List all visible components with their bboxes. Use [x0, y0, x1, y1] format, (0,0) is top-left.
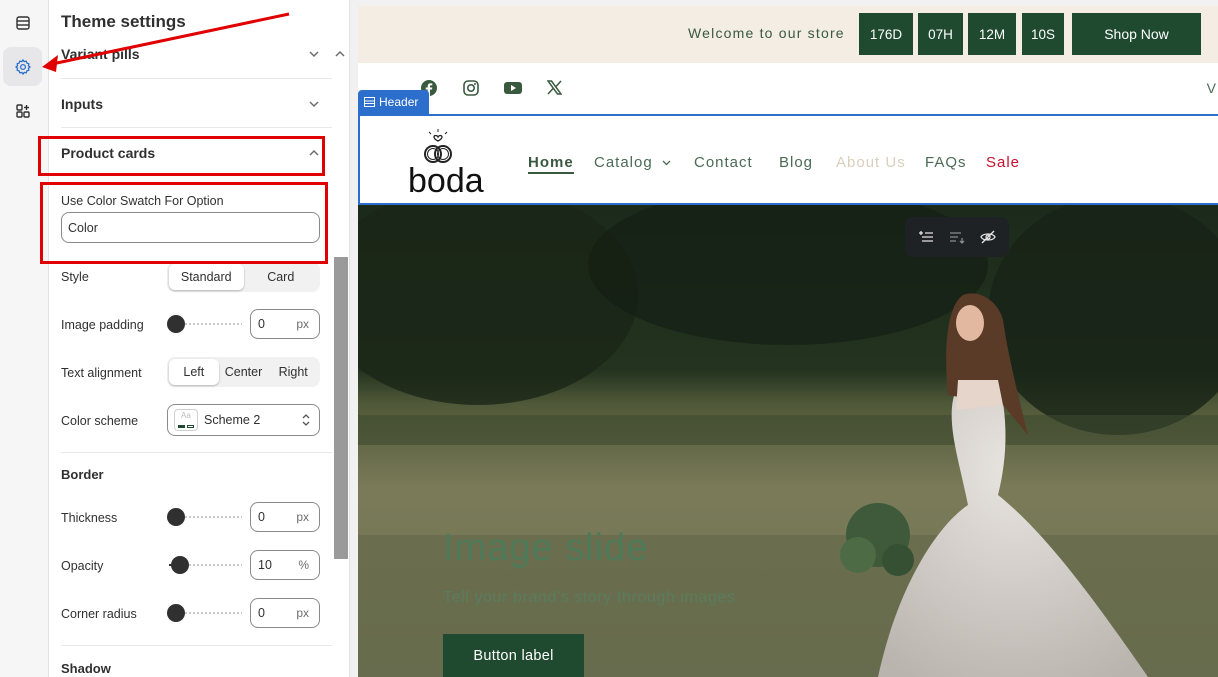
border-heading: Border: [61, 467, 104, 482]
storefront-preview: Welcome to our store 176D 07H 12M 10S Sh…: [350, 0, 1218, 677]
youtube-icon[interactable]: [504, 81, 522, 95]
x-icon[interactable]: [547, 80, 562, 95]
nav-contact[interactable]: Contact: [694, 154, 753, 171]
section-label: Variant pills: [61, 46, 140, 62]
opacity-value: 10: [258, 558, 272, 572]
nav-home[interactable]: Home: [528, 154, 574, 174]
scroll-up-icon[interactable]: [335, 49, 345, 59]
hero-slideshow[interactable]: Image slide Tell your brand's story thro…: [358, 205, 1218, 677]
instagram-icon[interactable]: [463, 80, 479, 96]
annotation-box-product-cards: [38, 136, 325, 176]
section-icon: [364, 97, 375, 107]
divider: [61, 78, 332, 79]
floating-toolbar: [905, 217, 1009, 257]
image-padding-value: 0: [258, 317, 265, 331]
corner-radius-input[interactable]: 0 px: [250, 598, 320, 628]
divider: [61, 127, 332, 128]
nav-faqs[interactable]: FAQs: [925, 154, 967, 171]
unit-label: px: [296, 317, 309, 331]
chevron-down-icon: [309, 51, 319, 58]
theme-settings-panel: Theme settings Variant pills Inputs Prod…: [49, 0, 350, 677]
corner-radius-slider[interactable]: [167, 603, 242, 623]
sections-icon[interactable]: [3, 3, 42, 42]
annotation-box-swatch-field: [40, 182, 328, 264]
section-label: Inputs: [61, 96, 103, 112]
color-scheme-label: Color scheme: [61, 414, 139, 428]
thickness-label: Thickness: [61, 511, 118, 525]
apps-icon[interactable]: [3, 91, 42, 130]
nav-sale[interactable]: Sale: [986, 154, 1020, 171]
style-segmented-control: Standard Card: [167, 262, 320, 292]
unit-label: px: [296, 510, 309, 524]
corner-radius-value: 0: [258, 606, 265, 620]
move-up-icon[interactable]: [918, 230, 934, 244]
panel-scrollbar[interactable]: [334, 257, 348, 559]
gear-icon[interactable]: [3, 47, 42, 86]
style-option-card[interactable]: Card: [244, 264, 319, 290]
opacity-label: Opacity: [61, 559, 104, 573]
color-scheme-select[interactable]: Aa Scheme 2: [167, 404, 320, 436]
hero-title: Image slide: [443, 527, 649, 569]
nav-catalog[interactable]: Catalog: [594, 154, 671, 171]
color-scheme-value: Scheme 2: [204, 413, 261, 427]
text-alignment-control: Left Center Right: [167, 357, 320, 387]
thickness-value: 0: [258, 510, 265, 524]
social-bar: V: [358, 63, 1218, 115]
hero-subtitle: Tell your brand's story through images: [443, 589, 736, 606]
cut-off-text: V: [1206, 80, 1216, 96]
image-padding-slider[interactable]: [167, 314, 242, 334]
logo-text: boda: [408, 162, 484, 200]
countdown-minutes: 12M: [968, 13, 1016, 55]
countdown-days: 176D: [859, 13, 913, 55]
image-padding-input[interactable]: 0 px: [250, 309, 320, 339]
style-label: Style: [61, 270, 89, 284]
countdown-seconds: 10S: [1022, 13, 1064, 55]
select-arrows-icon: [302, 414, 310, 426]
nav-blog[interactable]: Blog: [779, 154, 813, 171]
section-variant-pills[interactable]: Variant pills: [61, 46, 332, 66]
store-logo[interactable]: boda: [408, 128, 498, 198]
unit-label: px: [296, 606, 309, 620]
store-header[interactable]: boda Home Catalog Contact Blog About Us …: [358, 114, 1218, 205]
rings-logo-icon: [424, 129, 452, 163]
section-inputs[interactable]: Inputs: [61, 96, 332, 116]
scheme-swatch: Aa: [174, 409, 198, 431]
thickness-input[interactable]: 0 px: [250, 502, 320, 532]
divider: [61, 645, 332, 646]
text-alignment-label: Text alignment: [61, 366, 142, 380]
panel-title: Theme settings: [61, 12, 186, 31]
scheme-swatch-text: Aa: [181, 411, 191, 420]
unit-label: %: [298, 558, 309, 572]
header-section-tag[interactable]: Header: [358, 90, 429, 114]
chevron-down-icon: [662, 160, 671, 166]
style-option-standard[interactable]: Standard: [169, 264, 244, 290]
image-padding-label: Image padding: [61, 318, 144, 332]
chevron-down-icon: [309, 101, 319, 108]
move-down-icon[interactable]: [949, 230, 965, 244]
align-left-option[interactable]: Left: [169, 359, 219, 385]
countdown-hours: 07H: [918, 13, 963, 55]
opacity-slider[interactable]: [167, 555, 242, 575]
corner-radius-label: Corner radius: [61, 607, 137, 621]
hero-button[interactable]: Button label: [443, 634, 584, 677]
header-tag-label: Header: [379, 95, 419, 109]
icon-rail: [0, 0, 49, 677]
opacity-input[interactable]: 10%: [250, 550, 320, 580]
nav-catalog-label: Catalog: [594, 154, 653, 171]
shop-now-button[interactable]: Shop Now: [1072, 13, 1201, 55]
nav-about[interactable]: About Us: [836, 154, 906, 171]
divider: [61, 452, 332, 453]
announcement-text: Welcome to our store: [688, 25, 845, 41]
align-center-option[interactable]: Center: [219, 359, 269, 385]
thickness-slider[interactable]: [167, 507, 242, 527]
shadow-heading: Shadow: [61, 661, 111, 676]
hide-eye-icon[interactable]: [979, 230, 996, 244]
align-right-option[interactable]: Right: [268, 359, 318, 385]
